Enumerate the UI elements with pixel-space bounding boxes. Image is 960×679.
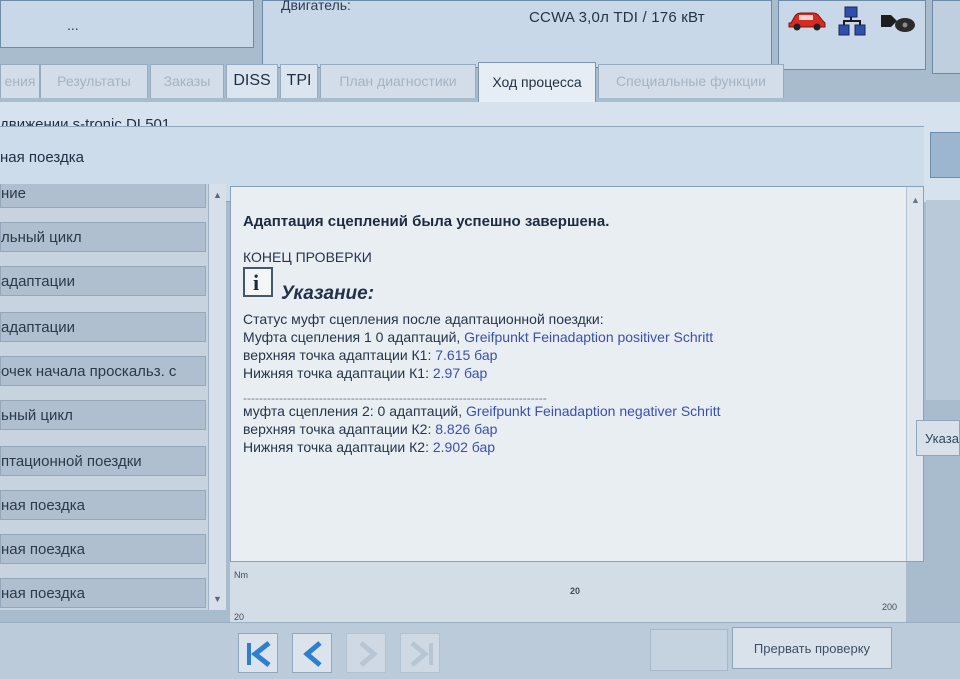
result-text-panel: Адаптация сцеплений была успешно заверше…	[230, 186, 924, 562]
previous-step-button[interactable]	[292, 633, 332, 673]
right-side-button[interactable]	[930, 132, 960, 178]
list-item[interactable]: ьный цикл	[0, 400, 206, 430]
step-list: ние льный цикл адаптации адаптации очек …	[0, 184, 226, 610]
scroll-up-icon[interactable]: ▲	[911, 195, 920, 205]
first-step-button[interactable]	[238, 633, 278, 673]
tab-special-functions[interactable]: Специальные функции	[598, 64, 784, 98]
scroll-down-icon[interactable]: ▼	[213, 594, 222, 604]
header-left-panel: ...	[0, 0, 254, 48]
next-step-button[interactable]	[346, 633, 386, 673]
clutch1-adaptation-name: Greifpunkt Feinadaption positiver Schrit…	[464, 329, 714, 345]
bottom-toolbar: Прервать проверку	[0, 622, 960, 679]
info-icon: i	[243, 267, 273, 297]
chevron-left-icon	[303, 641, 322, 667]
k1-lower-value: 2.97 бар	[432, 365, 488, 381]
list-item[interactable]: ная поездка	[0, 490, 206, 520]
skip-first-icon	[247, 641, 271, 667]
disabled-button[interactable]	[650, 629, 728, 671]
note-side-button[interactable]: Указа	[916, 420, 960, 456]
scroll-up-icon[interactable]: ▲	[213, 190, 222, 200]
step-title: ная поездка	[0, 149, 84, 166]
clutch-status-label: Статус муфт сцепления после адаптационно…	[243, 311, 604, 327]
car-icon[interactable]	[787, 9, 827, 31]
measurement-chart-strip: Nm 20 20 200	[230, 562, 906, 622]
note-heading: Указание:	[281, 283, 375, 304]
list-item[interactable]: птационной поездки	[0, 446, 206, 476]
tab-partial[interactable]: ения	[0, 64, 40, 98]
engine-value: CCWA 3,0л TDI / 176 кВт	[529, 9, 705, 26]
chart-left-tick: 20	[234, 612, 245, 622]
right-side-panel	[926, 200, 960, 400]
main-tabs: ения Результаты Заказы DISS TPI План диа…	[0, 60, 960, 102]
step-list-scrollbar[interactable]: ▲ ▼	[208, 184, 226, 610]
tab-results[interactable]: Результаты	[40, 64, 148, 98]
k2-upper-line: верхняя точка адаптации К2: 8.826 бар	[243, 421, 498, 437]
chart-right-tick: 200	[882, 602, 898, 612]
list-item[interactable]: ние	[0, 184, 206, 208]
chart-unit-label: Nm	[234, 570, 248, 580]
tab-orders[interactable]: Заказы	[150, 64, 224, 98]
k2-lower-line: Нижняя точка адаптации К2: 2.902 бар	[243, 439, 496, 455]
tab-tpi[interactable]: TPI	[280, 64, 318, 98]
network-icon[interactable]	[837, 5, 867, 39]
k2-upper-value: 8.826 бар	[435, 421, 498, 437]
tab-process-progress[interactable]: Ход процесса	[478, 62, 596, 102]
header-left-value: ...	[67, 17, 79, 33]
clutch2-adaptation-name: Greifpunkt Feinadaption negativer Schrit…	[466, 403, 721, 419]
list-item[interactable]: ная поездка	[0, 578, 206, 608]
k1-upper-line: верхняя точка адаптации К1: 7.615 бар	[243, 347, 498, 363]
content-scrollbar[interactable]: ▲	[906, 187, 923, 561]
k1-upper-value: 7.615 бар	[435, 347, 498, 363]
engine-panel: Двигатель: CCWA 3,0л TDI / 176 кВт	[262, 0, 772, 68]
tab-diagnostic-plan[interactable]: План диагностики	[320, 64, 476, 98]
list-item[interactable]: льный цикл	[0, 222, 206, 252]
abort-test-button[interactable]: Прервать проверку	[732, 627, 892, 669]
clutch1-line: Муфта сцепления 1 0 адаптаций, Greifpunk…	[243, 329, 714, 345]
list-item[interactable]: адаптации	[0, 266, 206, 296]
engine-label: Двигатель:	[281, 0, 351, 13]
chevron-right-icon	[359, 641, 378, 667]
chart-mid-tick: 20	[570, 586, 581, 596]
tab-diss[interactable]: DISS	[226, 64, 278, 98]
k2-lower-value: 2.902 бар	[432, 439, 496, 455]
list-item[interactable]: ная поездка	[0, 534, 206, 564]
k1-lower-line: Нижняя точка адаптации К1: 2.97 бар	[243, 365, 488, 381]
skip-last-icon	[410, 641, 433, 667]
success-message: Адаптация сцеплений была успешно заверше…	[243, 213, 610, 230]
list-item[interactable]: очек начала проскальз. с	[0, 356, 206, 386]
last-step-button[interactable]	[400, 633, 440, 673]
clutch2-line: муфта сцепления 2: 0 адаптаций, Greifpun…	[243, 403, 721, 419]
key-icon[interactable]	[877, 9, 917, 35]
list-item[interactable]: адаптации	[0, 312, 206, 342]
end-of-test-label: КОНЕЦ ПРОВЕРКИ	[243, 249, 372, 265]
